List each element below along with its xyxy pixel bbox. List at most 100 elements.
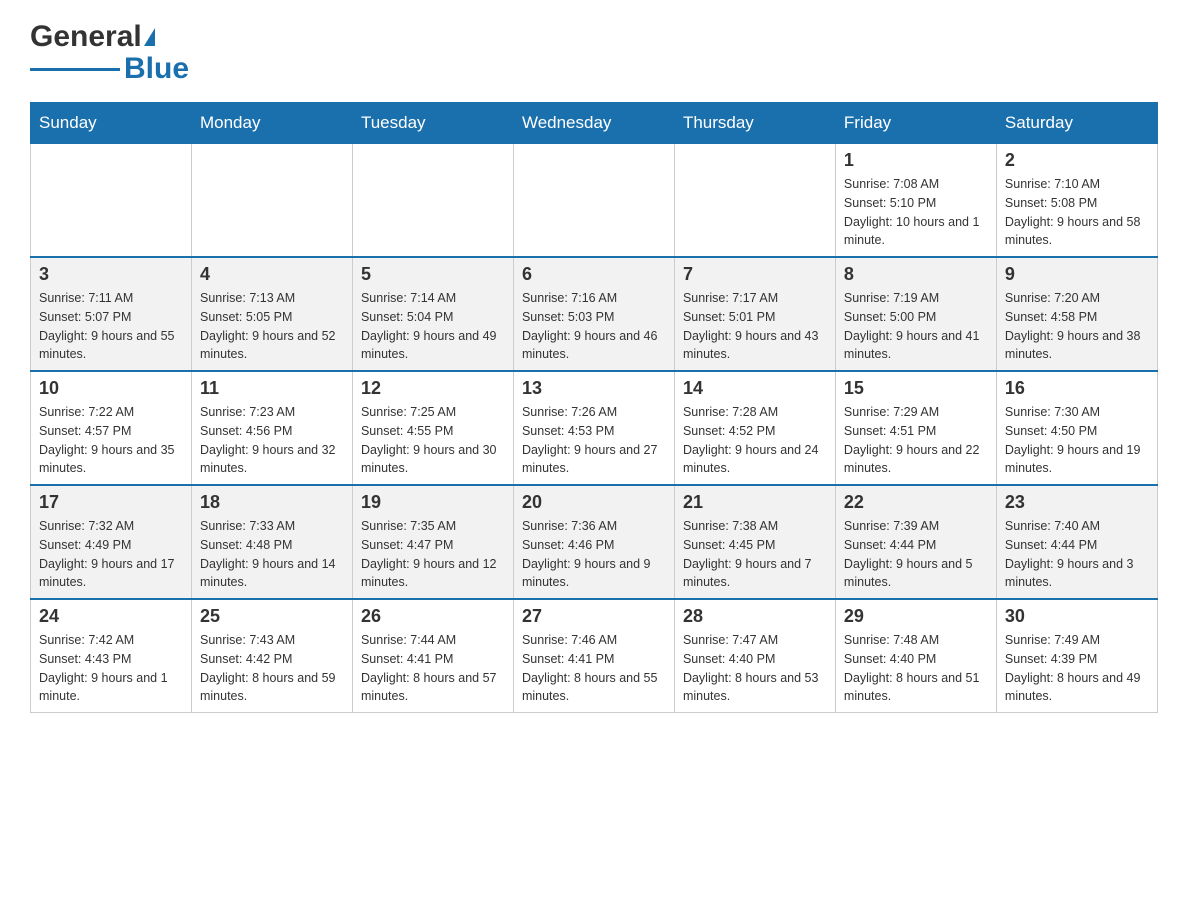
calendar-cell: 27 Sunrise: 7:46 AMSunset: 4:41 PMDayligh… [513, 599, 674, 713]
calendar-cell: 9 Sunrise: 7:20 AMSunset: 4:58 PMDaylight… [996, 257, 1157, 371]
day-number: 13 [522, 378, 666, 399]
calendar-cell: 23 Sunrise: 7:40 AMSunset: 4:44 PMDayligh… [996, 485, 1157, 599]
day-number: 3 [39, 264, 183, 285]
day-info: Sunrise: 7:40 AMSunset: 4:44 PMDaylight:… [1005, 517, 1149, 592]
calendar-cell: 13 Sunrise: 7:26 AMSunset: 4:53 PMDayligh… [513, 371, 674, 485]
calendar-cell: 1 Sunrise: 7:08 AMSunset: 5:10 PMDaylight… [835, 144, 996, 258]
calendar-cell: 3 Sunrise: 7:11 AMSunset: 5:07 PMDaylight… [31, 257, 192, 371]
logo: General Blue [30, 20, 189, 86]
day-info: Sunrise: 7:38 AMSunset: 4:45 PMDaylight:… [683, 517, 827, 592]
day-number: 4 [200, 264, 344, 285]
day-number: 18 [200, 492, 344, 513]
calendar-cell: 2 Sunrise: 7:10 AMSunset: 5:08 PMDaylight… [996, 144, 1157, 258]
day-number: 30 [1005, 606, 1149, 627]
day-number: 15 [844, 378, 988, 399]
day-info: Sunrise: 7:36 AMSunset: 4:46 PMDaylight:… [522, 517, 666, 592]
day-number: 5 [361, 264, 505, 285]
day-number: 14 [683, 378, 827, 399]
calendar-cell: 14 Sunrise: 7:28 AMSunset: 4:52 PMDayligh… [674, 371, 835, 485]
day-number: 7 [683, 264, 827, 285]
calendar-cell [31, 144, 192, 258]
calendar-week-row: 3 Sunrise: 7:11 AMSunset: 5:07 PMDaylight… [31, 257, 1158, 371]
day-info: Sunrise: 7:46 AMSunset: 4:41 PMDaylight:… [522, 631, 666, 706]
day-info: Sunrise: 7:30 AMSunset: 4:50 PMDaylight:… [1005, 403, 1149, 478]
day-number: 17 [39, 492, 183, 513]
day-info: Sunrise: 7:17 AMSunset: 5:01 PMDaylight:… [683, 289, 827, 364]
column-header-saturday: Saturday [996, 103, 1157, 144]
column-header-wednesday: Wednesday [513, 103, 674, 144]
day-number: 12 [361, 378, 505, 399]
calendar-cell: 15 Sunrise: 7:29 AMSunset: 4:51 PMDayligh… [835, 371, 996, 485]
calendar-cell: 10Sunrise: 7:22 AMSunset: 4:57 PMDayligh… [31, 371, 192, 485]
calendar-header-row: SundayMondayTuesdayWednesdayThursdayFrid… [31, 103, 1158, 144]
day-number: 28 [683, 606, 827, 627]
calendar-week-row: 1 Sunrise: 7:08 AMSunset: 5:10 PMDaylight… [31, 144, 1158, 258]
calendar-cell: 8 Sunrise: 7:19 AMSunset: 5:00 PMDaylight… [835, 257, 996, 371]
calendar-cell [191, 144, 352, 258]
calendar-table: SundayMondayTuesdayWednesdayThursdayFrid… [30, 102, 1158, 713]
day-info: Sunrise: 7:10 AMSunset: 5:08 PMDaylight:… [1005, 175, 1149, 250]
day-number: 19 [361, 492, 505, 513]
day-number: 16 [1005, 378, 1149, 399]
day-info: Sunrise: 7:13 AMSunset: 5:05 PMDaylight:… [200, 289, 344, 364]
day-info: Sunrise: 7:33 AMSunset: 4:48 PMDaylight:… [200, 517, 344, 592]
day-info: Sunrise: 7:48 AMSunset: 4:40 PMDaylight:… [844, 631, 988, 706]
calendar-cell [674, 144, 835, 258]
day-number: 27 [522, 606, 666, 627]
column-header-thursday: Thursday [674, 103, 835, 144]
day-number: 9 [1005, 264, 1149, 285]
calendar-cell: 19Sunrise: 7:35 AMSunset: 4:47 PMDayligh… [352, 485, 513, 599]
calendar-cell: 5 Sunrise: 7:14 AMSunset: 5:04 PMDaylight… [352, 257, 513, 371]
day-info: Sunrise: 7:42 AMSunset: 4:43 PMDaylight:… [39, 631, 183, 706]
calendar-cell: 6Sunrise: 7:16 AMSunset: 5:03 PMDaylight… [513, 257, 674, 371]
day-info: Sunrise: 7:29 AMSunset: 4:51 PMDaylight:… [844, 403, 988, 478]
calendar-cell [513, 144, 674, 258]
column-header-friday: Friday [835, 103, 996, 144]
logo-general: General [30, 20, 142, 54]
day-number: 11 [200, 378, 344, 399]
calendar-cell: 17Sunrise: 7:32 AMSunset: 4:49 PMDayligh… [31, 485, 192, 599]
logo-triangle [144, 28, 155, 46]
day-info: Sunrise: 7:14 AMSunset: 5:04 PMDaylight:… [361, 289, 505, 364]
day-info: Sunrise: 7:08 AMSunset: 5:10 PMDaylight:… [844, 175, 988, 250]
day-info: Sunrise: 7:11 AMSunset: 5:07 PMDaylight:… [39, 289, 183, 364]
logo-blue: Blue [124, 52, 189, 86]
day-info: Sunrise: 7:47 AMSunset: 4:40 PMDaylight:… [683, 631, 827, 706]
calendar-cell: 20 Sunrise: 7:36 AMSunset: 4:46 PMDayligh… [513, 485, 674, 599]
day-info: Sunrise: 7:26 AMSunset: 4:53 PMDaylight:… [522, 403, 666, 478]
day-info: Sunrise: 7:44 AMSunset: 4:41 PMDaylight:… [361, 631, 505, 706]
day-info: Sunrise: 7:28 AMSunset: 4:52 PMDaylight:… [683, 403, 827, 478]
calendar-week-row: 24 Sunrise: 7:42 AMSunset: 4:43 PMDayligh… [31, 599, 1158, 713]
day-number: 26 [361, 606, 505, 627]
day-number: 10 [39, 378, 183, 399]
calendar-cell: 26 Sunrise: 7:44 AMSunset: 4:41 PMDayligh… [352, 599, 513, 713]
column-header-monday: Monday [191, 103, 352, 144]
calendar-cell: 12Sunrise: 7:25 AMSunset: 4:55 PMDayligh… [352, 371, 513, 485]
day-number: 1 [844, 150, 988, 171]
day-info: Sunrise: 7:49 AMSunset: 4:39 PMDaylight:… [1005, 631, 1149, 706]
day-number: 20 [522, 492, 666, 513]
day-number: 8 [844, 264, 988, 285]
calendar-cell: 22Sunrise: 7:39 AMSunset: 4:44 PMDayligh… [835, 485, 996, 599]
day-number: 23 [1005, 492, 1149, 513]
day-number: 21 [683, 492, 827, 513]
calendar-week-row: 17Sunrise: 7:32 AMSunset: 4:49 PMDayligh… [31, 485, 1158, 599]
calendar-cell: 30 Sunrise: 7:49 AMSunset: 4:39 PMDayligh… [996, 599, 1157, 713]
calendar-cell: 18 Sunrise: 7:33 AMSunset: 4:48 PMDayligh… [191, 485, 352, 599]
day-number: 29 [844, 606, 988, 627]
column-header-sunday: Sunday [31, 103, 192, 144]
calendar-cell [352, 144, 513, 258]
calendar-cell: 28 Sunrise: 7:47 AMSunset: 4:40 PMDayligh… [674, 599, 835, 713]
calendar-cell: 16 Sunrise: 7:30 AMSunset: 4:50 PMDayligh… [996, 371, 1157, 485]
day-info: Sunrise: 7:20 AMSunset: 4:58 PMDaylight:… [1005, 289, 1149, 364]
calendar-cell: 25Sunrise: 7:43 AMSunset: 4:42 PMDayligh… [191, 599, 352, 713]
day-number: 6 [522, 264, 666, 285]
page-header: General Blue [30, 20, 1158, 86]
day-info: Sunrise: 7:39 AMSunset: 4:44 PMDaylight:… [844, 517, 988, 592]
day-info: Sunrise: 7:23 AMSunset: 4:56 PMDaylight:… [200, 403, 344, 478]
day-number: 24 [39, 606, 183, 627]
day-number: 2 [1005, 150, 1149, 171]
day-info: Sunrise: 7:43 AMSunset: 4:42 PMDaylight:… [200, 631, 344, 706]
calendar-cell: 24 Sunrise: 7:42 AMSunset: 4:43 PMDayligh… [31, 599, 192, 713]
day-info: Sunrise: 7:19 AMSunset: 5:00 PMDaylight:… [844, 289, 988, 364]
